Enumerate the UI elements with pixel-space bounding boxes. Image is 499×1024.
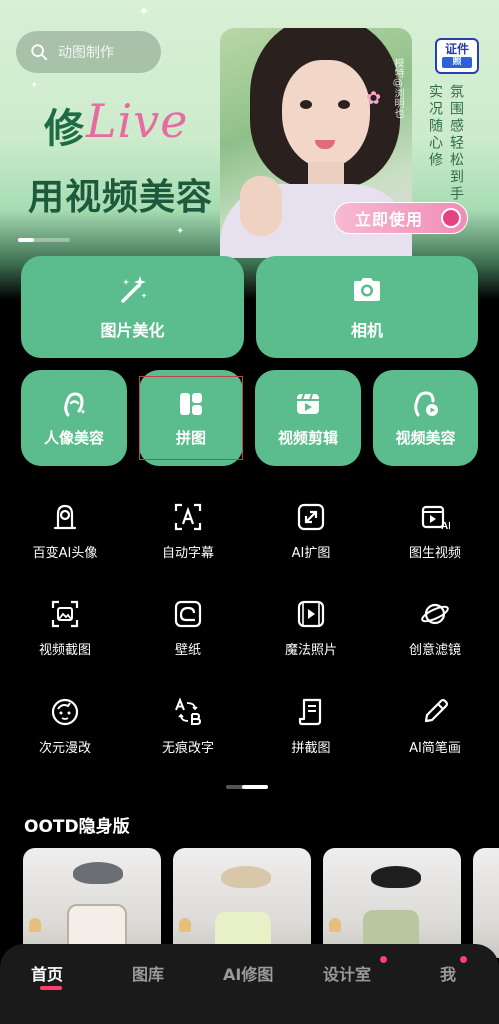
magic-photo-icon: [297, 600, 325, 628]
slogan-live: Live: [86, 94, 189, 148]
anime-icon: [51, 698, 79, 726]
tool-video-screenshot[interactable]: 视频截图: [3, 599, 127, 658]
tool-ai-sketch[interactable]: AI简笔画: [373, 697, 497, 756]
lamp-image: [29, 918, 41, 932]
tool-label: AI简笔画: [409, 741, 461, 756]
vertical-slogan-1: 实况随心修: [427, 84, 443, 169]
tile-label: 人像美容: [43, 428, 104, 447]
tool-text-edit[interactable]: 无痕改字: [126, 697, 250, 756]
sparkle-icon: ✦: [138, 4, 150, 20]
active-indicator: [40, 986, 62, 990]
hat-image: [73, 862, 123, 884]
banner-pager: [18, 238, 70, 242]
tool-magic-photo[interactable]: 魔法照片: [249, 599, 373, 658]
tool-label: 视频截图: [38, 643, 91, 658]
tile-label: 相机: [350, 321, 383, 340]
slogan-prefix: 修: [44, 105, 84, 152]
nav-me[interactable]: 我: [440, 961, 456, 985]
ai-sketch-icon: [424, 698, 449, 723]
button-dot-icon: [441, 208, 461, 228]
tile-label: 视频美容: [395, 428, 456, 447]
vertical-slogan-2: 氛围感轻松到手: [448, 84, 464, 203]
photo-credit: 模特@浏明也: [392, 58, 403, 118]
tool-creative-filter[interactable]: 创意滤镜: [373, 599, 497, 658]
badge-bottom-text: 照: [442, 57, 472, 68]
nav-home[interactable]: 首页: [31, 961, 63, 985]
tile-label: 视频剪辑: [277, 428, 338, 447]
tool-image-to-video[interactable]: AI 图生视频: [373, 502, 497, 561]
tools-pager: [226, 785, 268, 789]
tool-long-screenshot[interactable]: 拼截图: [249, 697, 373, 756]
notification-dot: [460, 956, 467, 963]
tool-label: 次元漫改: [38, 741, 91, 756]
tile-photo-beautify[interactable]: 图片美化: [21, 256, 244, 358]
tool-label: 自动字幕: [161, 546, 214, 561]
search-icon: [31, 44, 48, 61]
tile-label: 图片美化: [100, 321, 165, 340]
nav-design-studio[interactable]: 设计室: [323, 961, 371, 985]
flower-icon: ✿: [366, 88, 382, 109]
tile-portrait-beauty[interactable]: 人像美容: [21, 370, 127, 466]
tile-collage[interactable]: 拼图: [139, 370, 243, 466]
use-now-label: 立即使用: [355, 210, 424, 229]
tool-label: 壁纸: [174, 643, 201, 658]
video-screenshot-icon: [51, 600, 79, 628]
notification-dot: [380, 956, 387, 963]
magic-wand-icon: [120, 276, 146, 303]
nav-gallery[interactable]: 图库: [132, 961, 164, 985]
tile-video-beauty[interactable]: 视频美容: [373, 370, 478, 466]
slogan-main: 用视频美容: [28, 176, 214, 218]
video-beauty-icon: [413, 390, 438, 416]
tool-ai-avatar[interactable]: 百变AI头像: [3, 502, 127, 561]
tool-wallpaper[interactable]: 壁纸: [126, 599, 250, 658]
ootd-card[interactable]: [23, 848, 161, 958]
ootd-card[interactable]: [323, 848, 461, 958]
auto-subtitle-icon: [174, 503, 202, 531]
badge-top-text: 证件: [444, 42, 469, 56]
tool-label: 拼截图: [291, 741, 331, 756]
portrait-icon: [64, 391, 86, 416]
text-edit-icon: [175, 697, 202, 725]
camera-icon: [354, 278, 380, 301]
ootd-card[interactable]: [173, 848, 311, 958]
tool-label: 无痕改字: [161, 741, 214, 756]
use-now-button[interactable]: 立即使用: [334, 202, 468, 234]
image-to-video-icon: AI: [421, 505, 450, 532]
tool-label: 图生视频: [408, 546, 461, 561]
lamp-image: [329, 918, 341, 932]
svg-text:AI: AI: [441, 521, 450, 532]
ai-avatar-icon: [53, 504, 77, 530]
ootd-card[interactable]: [473, 848, 499, 958]
outfit-image: [67, 904, 127, 948]
video-edit-icon: [297, 393, 319, 414]
tile-label: 拼图: [175, 428, 206, 447]
creative-filter-icon: [421, 603, 449, 625]
id-photo-badge[interactable]: 证件 照: [435, 38, 479, 74]
lamp-image: [179, 918, 191, 932]
long-screenshot-icon: [298, 698, 322, 726]
tool-label: AI扩图: [291, 546, 331, 561]
search-bar[interactable]: 动图制作: [16, 31, 161, 73]
tool-label: 创意滤镜: [408, 643, 461, 658]
tile-camera[interactable]: 相机: [256, 256, 478, 358]
hat-image: [371, 866, 421, 888]
section-title: OOTD隐身版: [24, 817, 130, 837]
sparkle-icon: ✦: [30, 80, 39, 91]
collage-icon: [180, 392, 202, 415]
nav-ai-retouch[interactable]: AI修图: [223, 961, 273, 985]
search-placeholder: 动图制作: [58, 45, 114, 61]
tool-ai-expand[interactable]: AI扩图: [249, 502, 373, 561]
bottom-nav: 首页 图库 AI修图 设计室 我: [0, 944, 499, 1024]
ai-expand-icon: [297, 503, 325, 531]
hat-image: [221, 866, 271, 888]
wallpaper-icon: [174, 600, 202, 628]
tool-label: 魔法照片: [284, 643, 337, 658]
tool-auto-subtitle[interactable]: 自动字幕: [126, 502, 250, 561]
tile-video-edit[interactable]: 视频剪辑: [255, 370, 361, 466]
tool-anime[interactable]: 次元漫改: [3, 697, 127, 756]
sparkle-icon: ✦: [176, 226, 185, 237]
hero-banner[interactable]: ✦ ✦ ✦ 动图制作 修 Live 用视频美容 ✿ 模特@浏明也 证件 照 实况…: [0, 0, 499, 300]
tool-label: 百变AI头像: [32, 546, 98, 561]
